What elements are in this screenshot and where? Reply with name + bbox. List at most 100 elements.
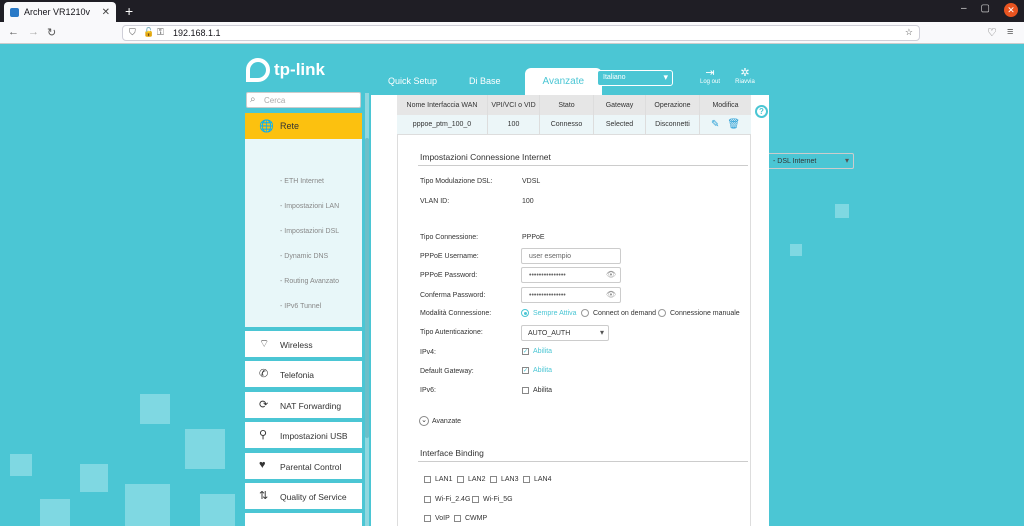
submenu-eth-internet[interactable]: - ETH Internet: [280, 178, 324, 185]
table-row[interactable]: pppoe_ptm_100_0 100 Connesso Selected Di…: [397, 115, 751, 135]
radio-label: Connessione manuale: [670, 309, 740, 317]
confirm-password-input[interactable]: ••••••••••••••• 👁: [521, 287, 621, 303]
ipv6-checkbox[interactable]: Abilita: [522, 387, 552, 394]
table-header-cell: Stato: [540, 95, 594, 115]
auth-select[interactable]: AUTO_AUTH: [521, 325, 609, 341]
bg-decoration: [125, 484, 170, 526]
binding-lan3[interactable]: LAN3: [490, 476, 519, 483]
reload-icon[interactable]: ↻: [47, 26, 56, 39]
window-controls: – ▢ ✕: [961, 3, 1018, 17]
radio-connect-on-demand[interactable]: Connect on demand: [581, 309, 656, 317]
wifi-icon: ⌔: [259, 338, 270, 350]
sidebar-item-quality-of-service[interactable]: ⇅ Quality of Service: [245, 483, 362, 509]
url-bar[interactable]: ⛉ 🔓 ⚿ 192.168.1.1 ☆: [122, 25, 920, 41]
maximize-button[interactable]: ▢: [981, 3, 990, 17]
url-text[interactable]: 192.168.1.1: [173, 28, 221, 38]
search-icon: ⌕: [250, 94, 256, 105]
sidebar-scrollbar[interactable]: [365, 93, 369, 526]
language-select[interactable]: Italiano: [597, 70, 673, 86]
divider: [418, 461, 748, 462]
binding-wifi-24g[interactable]: Wi-Fi_2.4G: [424, 496, 470, 503]
submenu-dynamic-dns[interactable]: - Dynamic DNS: [280, 253, 328, 260]
menu-icon[interactable]: ≡: [1007, 26, 1013, 38]
eye-icon[interactable]: 👁: [606, 270, 616, 279]
sidebar-item-partial[interactable]: [245, 513, 362, 526]
default-gw-label: Default Gateway:: [420, 368, 474, 375]
sidebar-item-parental-control[interactable]: ♥ Parental Control: [245, 453, 362, 479]
binding-lan2[interactable]: LAN2: [457, 476, 486, 483]
trash-icon[interactable]: 🗑: [727, 119, 740, 130]
password-input[interactable]: ••••••••••••••• 👁: [521, 267, 621, 283]
reboot-button[interactable]: ✲ Riavvia: [730, 66, 760, 85]
checkbox-label: CWMP: [465, 515, 488, 522]
sidebar-item-wireless[interactable]: ⌔ Wireless: [245, 331, 362, 357]
binding-cwmp[interactable]: CWMP: [454, 515, 487, 522]
tab-di-base[interactable]: Di Base: [453, 68, 517, 95]
submenu-ipv6-tunnel[interactable]: - IPv6 Tunnel: [280, 303, 321, 310]
sidebar-search[interactable]: ⌕ Cerca: [246, 92, 361, 108]
checkbox-label: LAN2: [468, 476, 486, 483]
radio-sempre-attiva[interactable]: Sempre Attiva: [521, 309, 577, 317]
browser-tab[interactable]: Archer VR1210v ✕: [4, 2, 116, 22]
submenu-impostazioni-dsl[interactable]: - Impostazioni DSL: [280, 228, 339, 235]
conn-type-value: PPPoE: [522, 234, 545, 241]
binding-wifi-5g[interactable]: Wi-Fi_5G: [472, 496, 513, 503]
pocket-icon[interactable]: ♡: [987, 26, 997, 39]
tab-avanzate[interactable]: Avanzate: [524, 68, 603, 95]
checkbox-icon: [454, 515, 461, 522]
tplink-logo: tp-link: [246, 58, 325, 82]
scrollbar-thumb[interactable]: [365, 138, 369, 438]
logout-button[interactable]: ⇥ Log out: [695, 66, 725, 85]
radio-connessione-manuale[interactable]: Connessione manuale: [658, 309, 740, 317]
help-icon[interactable]: ?: [755, 105, 768, 118]
browser-titlebar: Archer VR1210v ✕ + – ▢ ✕: [0, 0, 1024, 22]
username-input[interactable]: user esempio: [521, 248, 621, 264]
checkbox-icon: [472, 496, 479, 503]
advanced-toggle[interactable]: ⌄ Avanzate: [419, 416, 461, 426]
checkbox-label: VoIP: [435, 515, 450, 522]
submenu-dsl-internet[interactable]: - DSL Internet: [766, 153, 854, 169]
checkbox-label: Abilita: [533, 348, 553, 355]
sidebar-item-label: NAT Forwarding: [280, 401, 342, 411]
binding-lan4[interactable]: LAN4: [523, 476, 552, 483]
bg-decoration: [140, 394, 170, 424]
binding-lan1[interactable]: LAN1: [424, 476, 453, 483]
binding-title: Interface Binding: [420, 448, 484, 458]
nat-icon: ⟳: [259, 399, 269, 411]
default-gw-checkbox[interactable]: ✓ Abilita: [522, 367, 552, 374]
tab-quick-setup[interactable]: Quick Setup: [372, 68, 453, 95]
tplink-logo-icon: [246, 58, 270, 82]
sidebar-submenu: - DSL Internet - ETH Internet - Impostaz…: [245, 139, 854, 327]
globe-icon: 🌐: [259, 119, 274, 133]
new-tab-button[interactable]: +: [125, 3, 133, 19]
router-page: tp-link Quick Setup Di Base Avanzate Ita…: [0, 44, 1024, 526]
wan-table: Nome Interfaccia WAN VPI/VCI o VID Stato…: [397, 95, 751, 135]
minimize-button[interactable]: –: [961, 3, 967, 17]
checkbox-label: Wi-Fi_2.4G: [435, 496, 471, 503]
checkbox-checked-icon: ✓: [522, 367, 529, 374]
checkbox-label: LAN1: [435, 476, 453, 483]
sidebar-item-rete[interactable]: 🌐 Rete: [245, 113, 362, 139]
ipv4-checkbox[interactable]: ✓ Abilita: [522, 348, 552, 355]
table-cell: 100: [488, 115, 540, 134]
binding-voip[interactable]: VoIP: [424, 515, 450, 522]
bg-decoration: [790, 244, 802, 256]
bookmark-star-icon[interactable]: ☆: [905, 27, 913, 38]
disconnect-link[interactable]: Disconnetti: [646, 115, 700, 134]
bg-decoration: [10, 454, 32, 476]
password-value: •••••••••••••••: [529, 272, 566, 279]
table-header-cell: Gateway: [594, 95, 646, 115]
eye-icon[interactable]: 👁: [606, 290, 616, 299]
ipv4-label: IPv4:: [420, 349, 436, 356]
edit-icon[interactable]: ✎: [711, 119, 719, 130]
forward-icon[interactable]: →: [28, 26, 39, 38]
sidebar-item-impostazioni-usb[interactable]: ⚲ Impostazioni USB: [245, 422, 362, 448]
submenu-routing-avanzato[interactable]: - Routing Avanzato: [280, 278, 339, 285]
sidebar-item-telefonia[interactable]: ✆ Telefonia: [245, 361, 362, 387]
sidebar-item-nat-forwarding[interactable]: ⟳ NAT Forwarding: [245, 392, 362, 418]
back-icon[interactable]: ←: [8, 26, 19, 38]
close-window-button[interactable]: ✕: [1004, 3, 1018, 17]
submenu-impostazioni-lan[interactable]: - Impostazioni LAN: [280, 203, 339, 210]
tab-close-icon[interactable]: ✕: [102, 7, 110, 18]
auth-label: Tipo Autenticazione:: [420, 329, 483, 336]
